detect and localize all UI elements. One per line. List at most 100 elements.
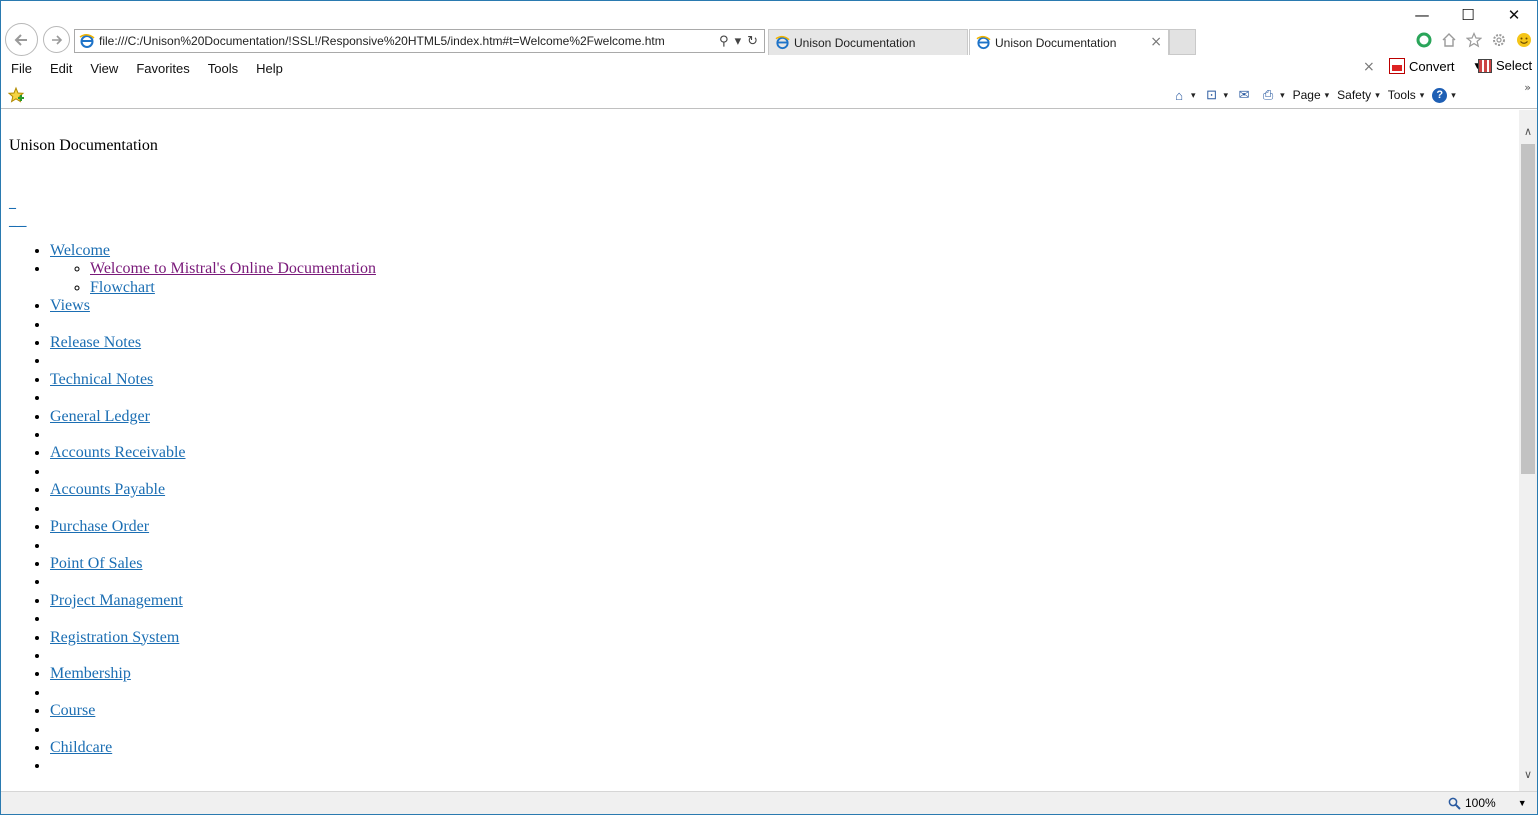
new-tab-button[interactable] (1169, 29, 1196, 55)
menu-tools[interactable]: Tools (198, 61, 246, 76)
menu-edit[interactable]: Edit (40, 61, 80, 76)
zoom-magnifier-icon (1447, 796, 1461, 810)
minimize-button[interactable]: — (1399, 1, 1445, 29)
toc-item: Accounts Receivable (50, 444, 376, 462)
toc-item: Registration System (50, 629, 376, 647)
extension-icon[interactable] (1415, 31, 1432, 48)
safety-menu-label: Safety (1337, 88, 1372, 102)
toc-link-accounts-receivable[interactable]: Accounts Receivable (50, 444, 186, 461)
menu-bar: File Edit View Favorites Tools Help (1, 58, 291, 78)
read-mail-command[interactable]: ✉ (1236, 87, 1252, 103)
print-command[interactable]: ⎙ ▾ (1260, 87, 1285, 103)
spacer-link[interactable]: _ _ (9, 214, 27, 230)
address-dropdown-icon[interactable]: ▾ (735, 34, 742, 49)
toc-link-welcome[interactable]: Welcome (50, 242, 110, 259)
toc-item-empty (50, 573, 376, 591)
toc-item: Welcome to Mistral's Online Documentatio… (50, 260, 376, 297)
home-command[interactable]: ⌂ ▾ (1171, 87, 1196, 103)
toc-link-childcare[interactable]: Childcare (50, 739, 112, 756)
toc-item-empty (50, 610, 376, 628)
toc-item-empty (50, 389, 376, 407)
menu-file[interactable]: File (1, 61, 40, 76)
forward-arrow-icon (51, 34, 62, 45)
zoom-control[interactable]: 100% ▼ (1447, 796, 1527, 810)
tab-unison-documentation-1[interactable]: Unison Documentation (768, 29, 968, 55)
home-icon[interactable] (1440, 31, 1457, 48)
toc-item: Release Notes (50, 334, 376, 352)
vertical-scrollbar[interactable]: ∧ ∨ (1519, 110, 1537, 791)
chevron-down-icon: ▾ (1375, 89, 1380, 100)
forward-button[interactable] (43, 26, 70, 53)
scrollbar-thumb[interactable] (1521, 144, 1535, 474)
toc-link-membership[interactable]: Membership (50, 665, 131, 682)
chevron-down-icon[interactable]: ▾ (1224, 90, 1229, 101)
home-icon: ⌂ (1175, 87, 1183, 103)
tab-unison-documentation-2[interactable]: Unison Documentation × (969, 29, 1169, 55)
ie-tab-icon (775, 35, 790, 50)
browser-chrome: — ☐ ✕ file:///C:/Unison%20Documentation/… (1, 1, 1537, 109)
toc-link-point-of-sales[interactable]: Point Of Sales (50, 555, 142, 572)
toc-link-general-ledger[interactable]: General Ledger (50, 408, 150, 425)
close-window-button[interactable]: ✕ (1491, 1, 1537, 29)
favorites-star-icon[interactable] (1465, 31, 1482, 48)
menu-favorites[interactable]: Favorites (126, 61, 197, 76)
chevron-down-icon[interactable]: ▾ (1191, 90, 1196, 101)
tools-menu[interactable]: Tools ▾ (1388, 88, 1425, 102)
command-bar-overflow-icon[interactable]: » (1524, 81, 1531, 94)
menu-view[interactable]: View (80, 61, 126, 76)
toc-list: Welcome Welcome to Mistral's Online Docu… (1, 242, 376, 776)
spacer-link[interactable]: _ (9, 196, 16, 212)
ie-tab-icon (976, 35, 991, 50)
toc-link-registration-system[interactable]: Registration System (50, 629, 179, 646)
page-menu-label: Page (1292, 88, 1321, 102)
scroll-down-icon[interactable]: ∨ (1519, 765, 1537, 783)
toc-link-views[interactable]: Views (50, 297, 90, 314)
tab-label: Unison Documentation (995, 35, 1117, 50)
close-tab-icon[interactable]: × (1150, 34, 1162, 50)
address-url[interactable]: file:///C:/Unison%20Documentation/!SSL!/… (99, 34, 719, 48)
mail-icon: ✉ (1238, 87, 1250, 102)
settings-gear-icon[interactable] (1490, 31, 1507, 48)
refresh-icon[interactable]: ↻ (747, 34, 758, 49)
page-menu[interactable]: Page ▾ (1293, 88, 1330, 102)
toc-link-release-notes[interactable]: Release Notes (50, 334, 141, 351)
toc-item-empty (50, 426, 376, 444)
select-button[interactable]: Select (1478, 58, 1532, 73)
maximize-button[interactable]: ☐ (1445, 1, 1491, 29)
zoom-level: 100% (1465, 796, 1496, 810)
chevron-down-icon: ▾ (1451, 89, 1456, 100)
toc-link-accounts-payable[interactable]: Accounts Payable (50, 481, 165, 498)
browser-window: — ☐ ✕ file:///C:/Unison%20Documentation/… (0, 0, 1538, 815)
favorites-bar: ⌂ ▾ ⊡ ▾ ✉ ⎙ ▾ Page ▾ Safety ▾ Tools ▾ ? … (1, 81, 1537, 109)
toc-link-course[interactable]: Course (50, 702, 95, 719)
chevron-down-icon: ▾ (1324, 89, 1330, 100)
page-title: Unison Documentation (9, 137, 158, 154)
toc-item: Accounts Payable (50, 481, 376, 499)
browser-right-icons (1415, 31, 1532, 48)
search-icon[interactable]: ⚲ (719, 34, 729, 49)
feedback-smiley-icon[interactable] (1515, 31, 1532, 48)
help-menu[interactable]: ? ▾ (1432, 87, 1456, 103)
convert-button[interactable]: Convert ▼ (1389, 58, 1482, 74)
safety-menu[interactable]: Safety ▾ (1337, 88, 1380, 102)
chevron-down-icon: ▾ (1419, 89, 1425, 100)
toc-item: Course (50, 702, 376, 720)
select-label: Select (1496, 58, 1533, 73)
address-bar[interactable]: file:///C:/Unison%20Documentation/!SSL!/… (74, 29, 765, 53)
feeds-command[interactable]: ⊡ ▾ (1204, 87, 1229, 103)
scroll-up-icon[interactable]: ∧ (1519, 122, 1537, 140)
close-pdf-toolbar-icon[interactable]: × (1363, 59, 1375, 75)
command-bar: ⌂ ▾ ⊡ ▾ ✉ ⎙ ▾ Page ▾ Safety ▾ Tools ▾ ? … (1171, 85, 1464, 105)
back-button[interactable] (5, 23, 38, 56)
page-content: Unison Documentation _ _ _ Welcome Welco… (1, 110, 1519, 791)
toc-link-technical-notes[interactable]: Technical Notes (50, 371, 153, 388)
zoom-dropdown-icon[interactable]: ▼ (1518, 798, 1527, 808)
chevron-down-icon[interactable]: ▾ (1280, 90, 1285, 101)
menu-help[interactable]: Help (246, 61, 291, 76)
tab-label: Unison Documentation (794, 35, 916, 50)
toc-link-project-management[interactable]: Project Management (50, 592, 183, 609)
toc-link-purchase-order[interactable]: Purchase Order (50, 518, 149, 535)
toc-link-welcome-mistral[interactable]: Welcome to Mistral's Online Documentatio… (90, 260, 376, 277)
add-to-favorites-bar-icon[interactable] (7, 86, 25, 104)
toc-link-flowchart[interactable]: Flowchart (90, 279, 155, 296)
